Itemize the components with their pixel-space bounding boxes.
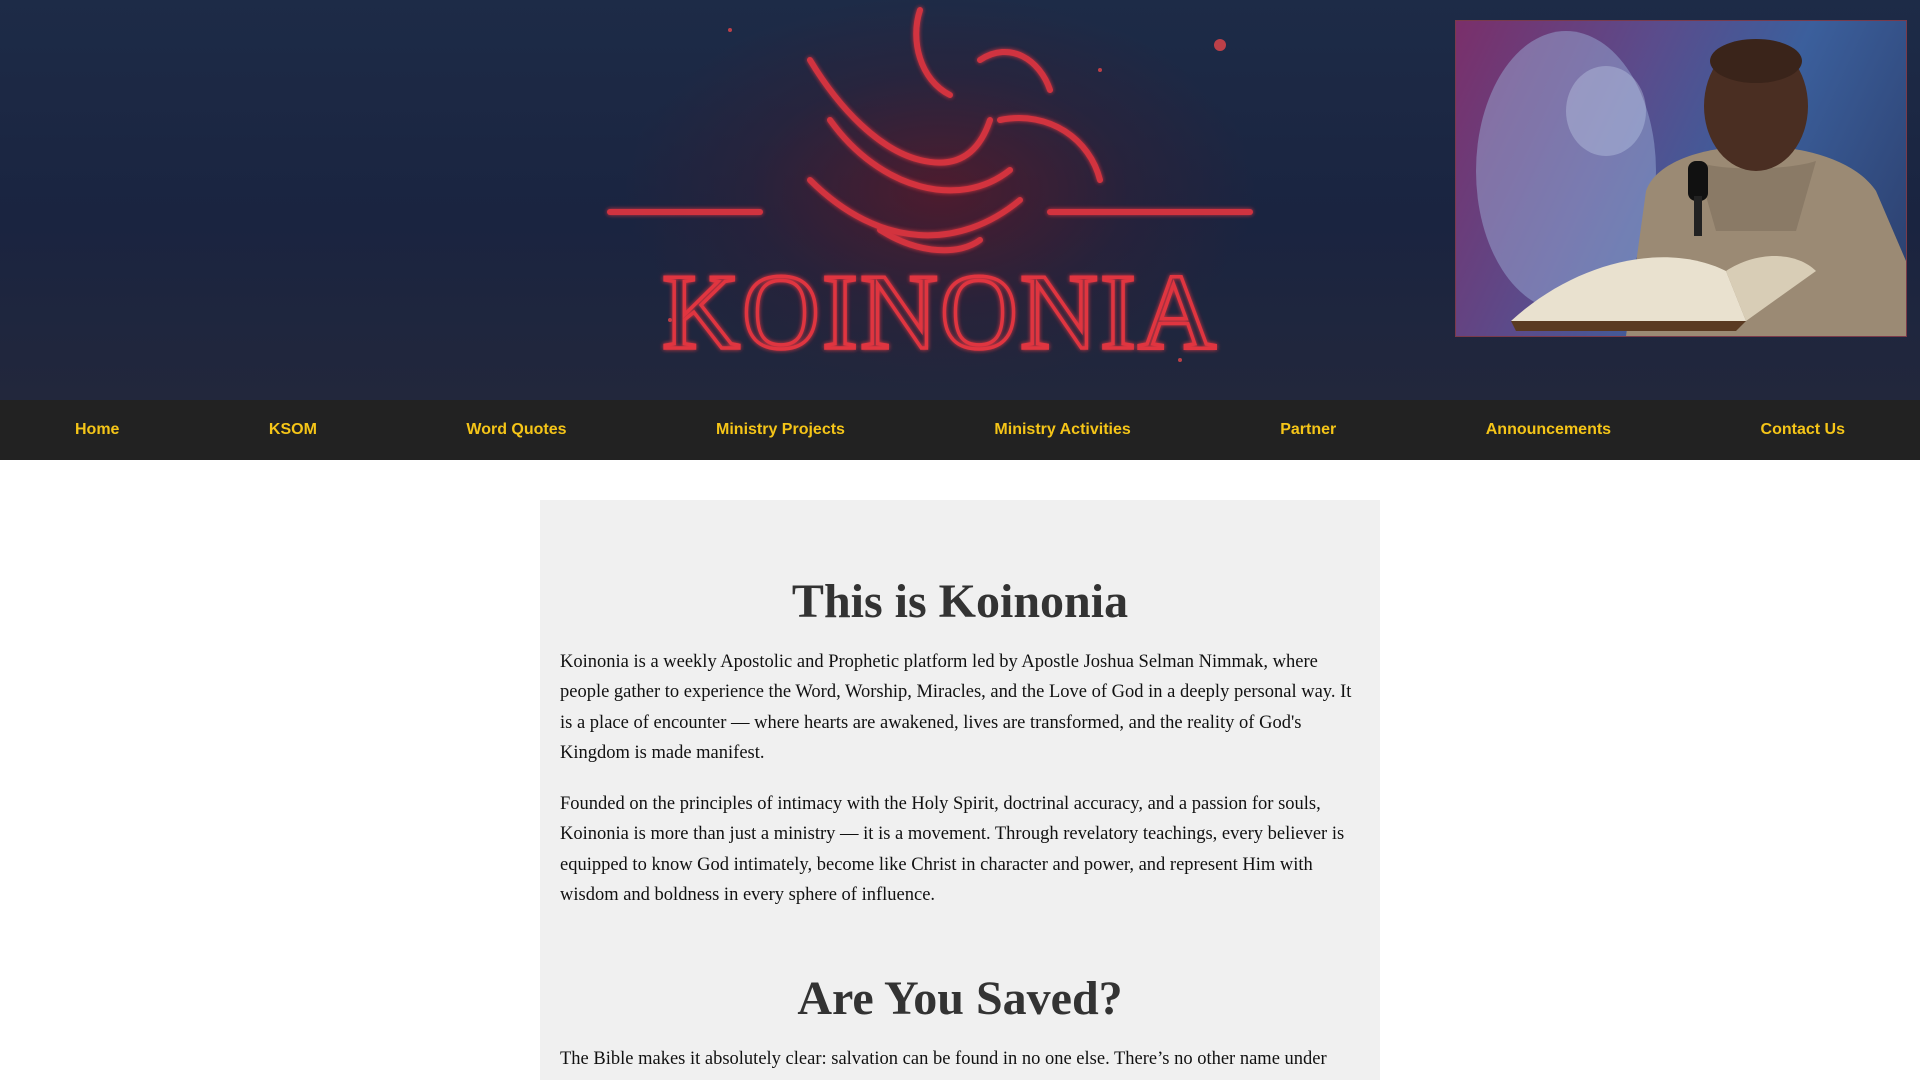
nav-item-ministry-activities[interactable]: Ministry Activities bbox=[994, 421, 1130, 439]
preacher-portrait bbox=[1455, 20, 1907, 337]
preacher-portrait-icon bbox=[1476, 31, 1906, 336]
salvation-paragraph-1: The Bible makes it absolutely clear: sal… bbox=[560, 1048, 1327, 1069]
nav-item-word-quotes[interactable]: Word Quotes bbox=[466, 421, 566, 439]
content-card: This is Koinonia Koinonia is a weekly Ap… bbox=[540, 500, 1380, 1080]
nav-item-ministry-projects[interactable]: Ministry Projects bbox=[716, 421, 845, 439]
nav-item-partner[interactable]: Partner bbox=[1280, 421, 1336, 439]
logo-wordmark: KOINONIA bbox=[662, 253, 1218, 372]
nav-item-home[interactable]: Home bbox=[75, 421, 119, 439]
nav-item-contact-us[interactable]: Contact Us bbox=[1761, 421, 1845, 439]
hero-banner: KOINONIA bbox=[0, 0, 1920, 400]
nav-item-announcements[interactable]: Announcements bbox=[1486, 421, 1611, 439]
nav-item-ksom[interactable]: KSOM bbox=[269, 421, 317, 439]
koinonia-logo: KOINONIA bbox=[580, 0, 1300, 400]
dove-logo-icon: KOINONIA bbox=[607, 7, 1253, 374]
section-title-koinonia: This is Koinonia bbox=[791, 575, 1129, 628]
section-title-salvation: Are You Saved? bbox=[797, 971, 1123, 1025]
main-nav: Home KSOM Word Quotes Ministry Projects … bbox=[0, 400, 1920, 460]
koinonia-paragraph-2: Founded on the principles of intimacy wi… bbox=[560, 793, 1345, 906]
koinonia-paragraph-1: Koinonia is a weekly Apostolic and Proph… bbox=[560, 651, 1352, 764]
